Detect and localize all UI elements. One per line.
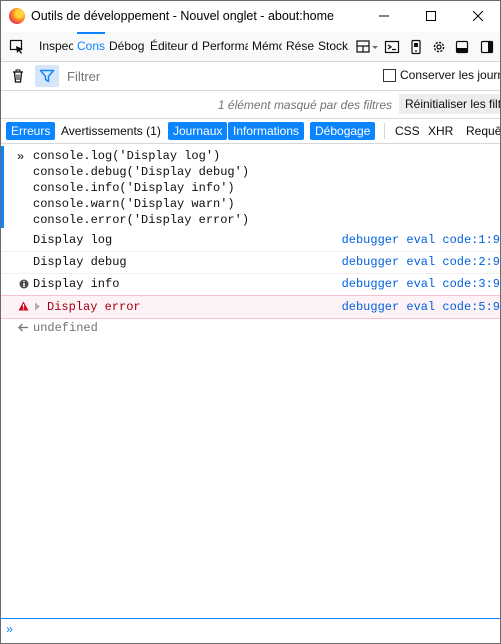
frame-select-button[interactable] — [354, 38, 380, 56]
maximize-button[interactable] — [408, 1, 454, 31]
log-message: Display log debugger eval code:1:9 — [1, 229, 500, 252]
message-text: Display debug — [33, 255, 127, 269]
hidden-messages-text: 1 élément masqué par des filtres — [217, 98, 392, 112]
devtools-window: Outils de développement - Nouvel onglet … — [0, 0, 501, 644]
dock-side-icon — [480, 40, 494, 54]
responsive-design-button[interactable] — [407, 38, 425, 56]
message-text: Display log — [33, 233, 113, 247]
persist-logs-toggle[interactable]: Conserver les journaux — [383, 68, 500, 82]
settings-button[interactable] — [430, 38, 448, 56]
persist-logs-checkbox[interactable] — [383, 68, 396, 82]
element-picker-button[interactable] — [7, 37, 27, 57]
tab-style-editor[interactable]: Éditeur de style — [150, 32, 198, 61]
close-button[interactable] — [455, 1, 500, 31]
toolbox-tabs: Inspecteur Console Débogueur Éditeur de … — [1, 32, 500, 62]
trash-icon — [13, 69, 23, 83]
command-entry: » console.log('Display log') console.deb… — [1, 146, 500, 228]
minimize-button[interactable] — [361, 1, 407, 31]
filter-info-button[interactable]: Informations — [228, 122, 305, 140]
message-location-link[interactable]: debugger eval code:2:9 — [342, 255, 500, 269]
clear-console-button[interactable] — [9, 67, 27, 85]
category-filter-bar: Erreurs Avertissements (1) Journaux Info… — [1, 119, 500, 144]
command-line: console.info('Display info') — [33, 181, 235, 195]
filter-requests-button[interactable]: Requêtes — [461, 122, 500, 140]
info-message: Display info debugger eval code:3:9 — [1, 273, 500, 296]
error-icon — [18, 301, 29, 311]
message-location-link[interactable]: debugger eval code:3:9 — [342, 277, 500, 291]
dock-icon — [455, 40, 469, 54]
message-location-link[interactable]: debugger eval code:1:9 — [342, 233, 500, 247]
tab-memory[interactable]: Mémoire — [252, 32, 282, 61]
message-location-link[interactable]: debugger eval code:5:9 — [342, 300, 500, 314]
evaluation-result: undefined — [33, 321, 98, 335]
persist-logs-label: Conserver les journaux — [400, 68, 500, 82]
tab-console[interactable]: Console — [77, 32, 105, 61]
gear-icon — [433, 41, 445, 53]
console-output: » console.log('Display log') console.deb… — [1, 144, 500, 616]
filter-xhr-button[interactable]: XHR — [423, 122, 458, 140]
js-input-bar: » — [1, 618, 500, 643]
maximize-icon — [426, 11, 436, 21]
tab-performance[interactable]: Performances — [202, 32, 248, 61]
command-line: console.warn('Display warn') — [33, 197, 235, 211]
input-prompt-icon: » — [6, 623, 14, 637]
reset-filters-button[interactable]: Réinitialiser les filtres — [399, 94, 500, 114]
tab-storage[interactable]: Stockage — [318, 32, 348, 61]
filter-toggle-button[interactable] — [35, 65, 59, 87]
element-picker-icon — [9, 39, 23, 54]
title-bar: Outils de développement - Nouvel onglet … — [1, 1, 500, 31]
command-line: console.debug('Display debug') — [33, 165, 250, 179]
message-text: Display error — [47, 300, 141, 314]
filter-icon — [39, 69, 55, 83]
js-input[interactable] — [25, 622, 489, 642]
command-line: console.log('Display log') — [33, 149, 221, 163]
info-icon — [19, 279, 29, 289]
filter-errors-button[interactable]: Erreurs — [6, 122, 56, 140]
dock-side-button[interactable] — [478, 38, 496, 56]
filter-logs-button[interactable]: Journaux — [168, 122, 228, 140]
scratchpad-icon — [384, 40, 400, 54]
scratchpad-button[interactable] — [383, 38, 401, 56]
minimize-icon — [379, 15, 389, 17]
filter-bar: Conserver les journaux — [1, 62, 500, 91]
result-arrow-icon — [18, 323, 28, 332]
filter-css-button[interactable]: CSS — [390, 122, 425, 140]
error-message[interactable]: Display error debugger eval code:5:9 — [1, 295, 500, 319]
window-title: Outils de développement - Nouvel onglet … — [31, 9, 334, 23]
frames-icon — [356, 40, 378, 53]
filter-warnings-button[interactable]: Avertissements (1) — [56, 122, 166, 140]
result-message: undefined — [1, 317, 500, 339]
filter-debug-button[interactable]: Débogage — [310, 122, 376, 140]
firefox-icon — [9, 8, 25, 24]
expand-arrow-icon[interactable] — [34, 302, 41, 311]
filter-input[interactable] — [63, 65, 371, 87]
dock-bottom-button[interactable] — [453, 38, 471, 56]
command-prompt-icon: » — [17, 150, 25, 164]
hidden-messages-bar: 1 élément masqué par des filtres Réiniti… — [1, 91, 500, 119]
close-icon — [473, 11, 483, 21]
tab-network[interactable]: Réseau — [286, 32, 314, 61]
message-text: Display info — [33, 277, 120, 291]
category-separator — [384, 123, 385, 139]
responsive-design-icon — [411, 39, 421, 55]
command-line: console.error('Display error') — [33, 213, 250, 227]
debug-message: Display debug debugger eval code:2:9 — [1, 251, 500, 274]
tab-debugger[interactable]: Débogueur — [109, 32, 145, 61]
tab-inspector[interactable]: Inspecteur — [39, 32, 73, 61]
